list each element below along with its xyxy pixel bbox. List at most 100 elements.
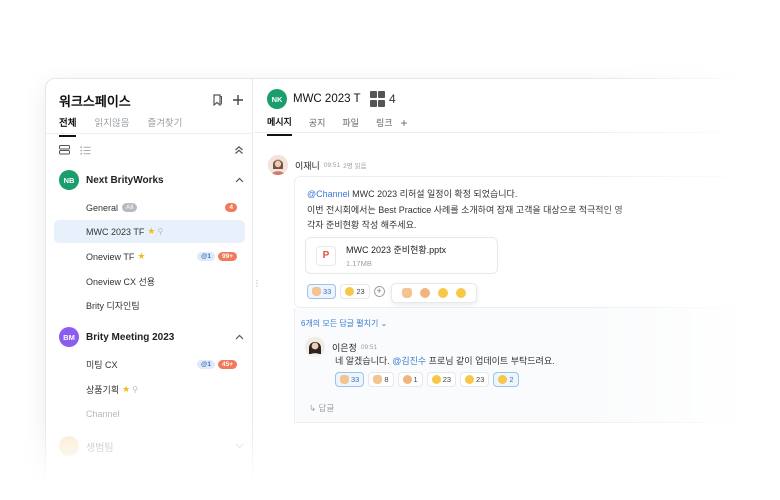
read-status[interactable]: 2명 읽음: [343, 160, 366, 170]
clap-icon[interactable]: [420, 288, 430, 298]
channel-channel[interactable]: Channel: [54, 402, 245, 425]
reply-time: 09:51: [360, 343, 378, 351]
workspace-logo: BM: [59, 327, 79, 347]
channel-product-planning[interactable]: 상품기획 ★ ⚲: [54, 378, 245, 401]
star-icon: ★: [147, 226, 156, 236]
workspace-name: Brity Meeting 2023: [86, 331, 175, 343]
thumbs-up-icon: [312, 287, 321, 296]
stack-view-icon[interactable]: [59, 145, 70, 155]
reaction-count: 2: [509, 375, 514, 384]
reaction-clap[interactable]: 1: [397, 372, 423, 387]
channel-logo: NK: [267, 89, 287, 109]
mention-link[interactable]: @김진수: [392, 356, 426, 366]
reaction-count: 33: [323, 287, 332, 296]
message-reactions: 33 23 +: [307, 284, 385, 299]
channel-name: Oneview CX 선용: [86, 277, 156, 287]
channel-title: MWC 2023 T: [293, 93, 361, 105]
chevron-down-icon: ⌄: [380, 319, 388, 328]
unread-badge: 4: [225, 203, 237, 212]
all-badge: All: [122, 203, 138, 212]
star-icon: ★: [122, 384, 131, 394]
workspace-name: 생범팀: [86, 442, 114, 454]
collapse-all-icon[interactable]: [234, 145, 244, 155]
unread-badge: 99+: [217, 252, 237, 261]
reply-text: 네 알겠습니다.: [335, 356, 393, 366]
channel-name: Oneview TF: [86, 251, 135, 262]
chevron-down-icon[interactable]: [235, 443, 244, 449]
workspace-logo: NB: [59, 170, 79, 190]
workspace-next-brityworks[interactable]: NB Next BrityWorks: [59, 170, 244, 190]
bookmark-icon[interactable]: [212, 94, 223, 106]
message-header: 이재니 09:51 2명 읽음: [268, 155, 367, 175]
channel-name: General: [86, 202, 119, 213]
sidebar: 워크스페이스 전체 읽지않음 즐겨찾기 NB Next BrityWorks G…: [46, 79, 253, 500]
reaction-count: 23: [356, 287, 365, 296]
channel-name: Brity 디자인팀: [86, 301, 140, 311]
file-name: MWC 2023 준비현황.pptx: [346, 245, 447, 255]
reaction-grin[interactable]: 23: [426, 372, 457, 387]
star-icon: ★: [137, 251, 146, 261]
kiss-icon[interactable]: [438, 288, 448, 298]
mention-badge: @1: [197, 360, 215, 369]
smile-icon: [465, 375, 475, 384]
reply-body: 네 알겠습니다. @김진수 프로님 같이 업데이트 부탁드려요.: [335, 354, 555, 367]
reaction-count: 23: [476, 375, 485, 384]
sidebar-title: 워크스페이스: [59, 93, 131, 109]
reaction-smile[interactable]: 23: [460, 372, 490, 387]
smile-icon: [345, 287, 355, 296]
add-icon[interactable]: [232, 94, 244, 106]
thumbs-up-icon: [340, 375, 349, 384]
message-time: 09:51: [323, 161, 341, 169]
channel-oneview-cx[interactable]: Oneview CX 선용: [54, 270, 245, 293]
reaction-count: 1: [413, 375, 418, 384]
reaction-thumbs-up[interactable]: 33: [335, 372, 365, 387]
clap-icon: [402, 375, 412, 384]
reply-button[interactable]: ↳ 답글: [309, 402, 334, 414]
unread-badge: 45+: [217, 360, 237, 369]
workspace-faded[interactable]: 생범팀: [59, 436, 244, 456]
grin-icon[interactable]: [456, 288, 466, 298]
reaction-count: 8: [384, 375, 389, 384]
member-count[interactable]: 4: [389, 92, 396, 106]
app-window: 워크스페이스 전체 읽지않음 즐겨찾기 NB Next BrityWorks G…: [45, 78, 780, 500]
reaction-thumbs-up[interactable]: 33: [307, 284, 337, 299]
avatar[interactable]: [268, 155, 288, 175]
file-attachment[interactable]: P MWC 2023 준비현황.pptx 1.17MB: [305, 237, 498, 274]
workspace-brity-meeting[interactable]: BM Brity Meeting 2023: [59, 327, 244, 347]
reaction-smile[interactable]: 23: [340, 284, 370, 299]
reaction-hand[interactable]: 8: [368, 372, 394, 387]
message-line: 각자 준비현황 작성 해주세요.: [307, 220, 417, 230]
channel-mwc-2023-tf[interactable]: MWC 2023 TF ★ ⚲: [54, 220, 245, 243]
channel-name: Channel: [86, 408, 120, 419]
channel-panel: NK MWC 2023 T 4 메시지 공지 파일 링크 + 이재니 09:51…: [254, 79, 780, 500]
chevron-up-icon[interactable]: [235, 177, 244, 183]
add-reaction-icon[interactable]: +: [373, 286, 385, 297]
sidebar-header: 워크스페이스: [59, 90, 244, 110]
sidebar-tools: [59, 143, 244, 157]
message-body: @Channel MWC 2023 리허설 일정이 확정 되었습니다. 이번 전…: [307, 187, 623, 234]
divider: [46, 133, 253, 134]
reply-reactions: 33 8 1 23 23 2: [335, 372, 519, 387]
view-replies-label: 6개의 모든 답글 펼치기: [301, 319, 379, 328]
avatar[interactable]: [305, 337, 325, 357]
smile-icon: [498, 375, 508, 384]
pptx-file-icon: P: [316, 245, 336, 266]
channel-brity-design[interactable]: Brity 디자인팀: [54, 294, 245, 317]
reaction-smile-2[interactable]: 2: [493, 372, 519, 387]
chevron-up-icon[interactable]: [235, 334, 244, 340]
members-icon[interactable]: [369, 91, 386, 107]
channel-meeting-cx[interactable]: 미팅 CX @1 45+: [54, 353, 245, 376]
channel-oneview-tf[interactable]: Oneview TF ★ @1 99+: [54, 245, 245, 268]
add-tab-icon[interactable]: +: [401, 116, 408, 130]
message-author: 이재니: [295, 160, 320, 171]
hand-icon: [373, 375, 383, 384]
channel-general[interactable]: General All 4: [54, 196, 245, 219]
message-card: @Channel MWC 2023 리허설 일정이 확정 되었습니다. 이번 전…: [294, 176, 780, 308]
mention-link[interactable]: @Channel: [307, 189, 350, 199]
reply-author: 이은정: [332, 342, 357, 353]
view-replies-link[interactable]: 6개의 모든 답글 펼치기 ⌄: [301, 318, 387, 329]
reply-label: 답글: [318, 403, 335, 413]
reaction-count: 23: [442, 375, 452, 384]
ok-hand-icon[interactable]: [402, 288, 412, 298]
list-view-icon[interactable]: [80, 145, 91, 155]
